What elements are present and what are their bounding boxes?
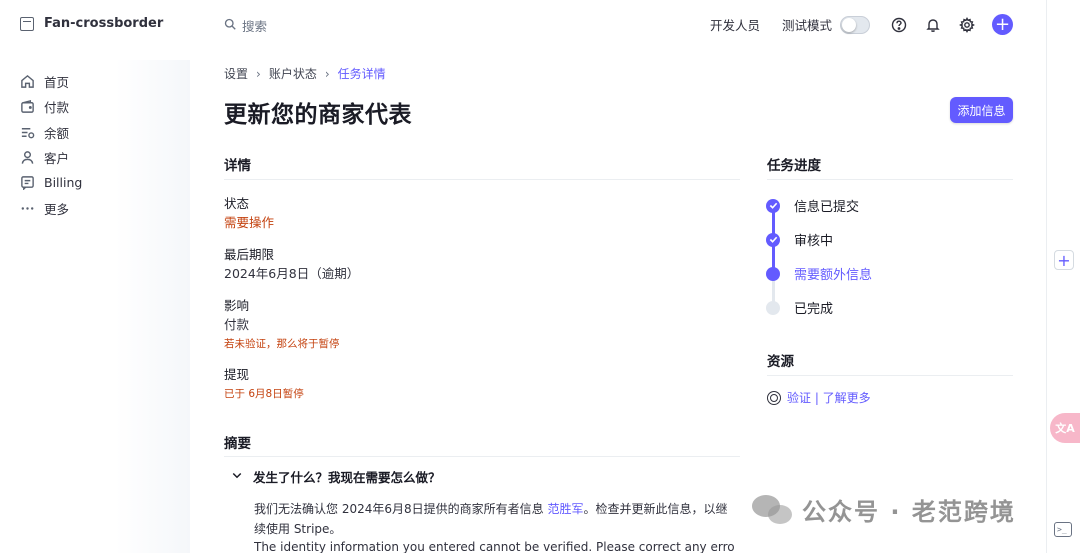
search-bar[interactable]: 搜索 — [224, 16, 267, 35]
sidebar-item-customers[interactable]: 客户 — [20, 145, 82, 170]
impact-note: 若未验证，那么将于暂停 — [224, 338, 340, 350]
terminal-icon[interactable]: >_ — [1054, 522, 1072, 537]
status-value: 需要操作 — [224, 215, 275, 230]
search-placeholder: 搜索 — [242, 19, 268, 34]
progress-step-more-info: 需要额外信息 — [766, 264, 872, 283]
faq-toggle[interactable]: 发生了什么？我现在需要怎么做？ — [231, 467, 441, 486]
wechat-watermark: 公众号 · 老范跨境 — [752, 492, 1016, 527]
brand-name: Fan-crossborder — [44, 16, 164, 31]
sidebar-fade — [115, 60, 190, 553]
status-label: 状态 — [224, 196, 250, 211]
search-icon — [224, 18, 236, 33]
step-label: 审核中 — [794, 234, 834, 249]
summary-divider — [224, 456, 740, 457]
summary-heading: 摘要 — [224, 436, 251, 452]
breadcrumb-settings[interactable]: 设置 — [224, 65, 248, 82]
step-label: 已完成 — [794, 302, 834, 317]
store-icon — [20, 16, 34, 31]
chevron-down-icon — [231, 469, 243, 484]
step-label: 信息已提交 — [794, 200, 860, 215]
progress-divider — [767, 179, 1013, 180]
header-actions: 开发人员 测试模式 + — [710, 14, 1013, 35]
lifebuoy-icon — [767, 390, 781, 405]
sidebar-item-home[interactable]: 首页 — [20, 69, 82, 94]
deadline-value: 2024年6月8日（逾期） — [224, 266, 360, 281]
add-info-button[interactable]: 添加信息 — [950, 97, 1013, 123]
breadcrumb: 设置 › 账户状态 › 任务详情 — [224, 65, 386, 82]
resource-link-label: 验证 | 了解更多 — [787, 391, 871, 405]
progress-step-complete: 已完成 — [766, 298, 833, 317]
sidebar: Fan-crossborder 首页 付款 余额 客户 Billing 更多 — [0, 0, 190, 553]
user-icon — [20, 150, 35, 165]
sidebar-item-label: 更多 — [44, 201, 70, 217]
sidebar-item-payments[interactable]: 付款 — [20, 94, 82, 119]
breadcrumb-task-details[interactable]: 任务详情 — [338, 65, 386, 82]
resources-heading: 资源 — [767, 354, 794, 370]
sidebar-item-billing[interactable]: Billing — [20, 170, 82, 195]
create-button[interactable]: + — [992, 14, 1013, 35]
wallet-icon — [20, 99, 35, 114]
balance-icon — [20, 125, 35, 140]
bell-icon[interactable] — [924, 16, 942, 34]
test-mode-toggle[interactable] — [840, 15, 870, 34]
account-switcher[interactable]: Fan-crossborder — [20, 16, 163, 31]
impact-label: 影响 — [224, 298, 250, 313]
sidebar-item-label: 首页 — [44, 75, 70, 91]
sidebar-item-label: Billing — [44, 175, 83, 191]
progress-step-submitted: 信息已提交 — [766, 196, 859, 215]
test-mode-label: 测试模式 — [781, 18, 832, 33]
verification-learn-more-link[interactable]: 验证 | 了解更多 — [767, 389, 871, 406]
translate-icon[interactable]: 文A — [1050, 413, 1080, 443]
more-icon — [20, 201, 35, 216]
impact-value: 付款 — [224, 317, 250, 332]
sidebar-nav: 首页 付款 余额 客户 Billing 更多 — [20, 69, 82, 221]
right-rail: + >_ — [1046, 0, 1080, 553]
faq-answer-text: 我们无法确认您 2024年6月8日提供的商家所有者信息 — [254, 502, 548, 516]
details-heading: 详情 — [224, 158, 251, 174]
owner-link[interactable]: 范胜军 — [547, 502, 583, 516]
check-icon — [766, 232, 780, 247]
progress-step-review: 审核中 — [766, 230, 833, 249]
resources-divider — [767, 375, 1013, 376]
step-label: 需要额外信息 — [794, 268, 873, 283]
faq-answer-english: The identity information you entered can… — [254, 540, 734, 553]
billing-icon — [20, 175, 35, 191]
watermark-text: 公众号 · 老范跨境 — [802, 498, 1016, 526]
plus-icon: + — [994, 13, 1011, 35]
chevron-right-icon: › — [324, 66, 330, 81]
help-icon[interactable] — [890, 16, 908, 34]
details-divider — [224, 179, 740, 180]
progress-heading: 任务进度 — [767, 158, 821, 174]
payout-note: 已于 6月8日暂停 — [224, 388, 304, 400]
active-dot-icon — [766, 266, 780, 281]
page-title: 更新您的商家代表 — [224, 102, 412, 128]
check-icon — [766, 198, 780, 213]
faq-question: 发生了什么？我现在需要怎么做？ — [253, 470, 441, 485]
sidebar-item-balance[interactable]: 余额 — [20, 120, 82, 145]
pending-dot-icon — [766, 300, 780, 315]
wechat-icon — [752, 493, 794, 527]
breadcrumb-account-status[interactable]: 账户状态 — [269, 65, 317, 82]
home-icon — [20, 74, 35, 89]
sidebar-item-label: 付款 — [44, 100, 70, 116]
sidebar-item-more[interactable]: 更多 — [20, 195, 82, 220]
gear-icon[interactable] — [958, 16, 976, 34]
sidebar-item-label: 余额 — [44, 125, 70, 141]
payout-label: 提现 — [224, 367, 250, 382]
sidebar-item-label: 客户 — [44, 151, 70, 167]
faq-answer: 我们无法确认您 2024年6月8日提供的商家所有者信息 范胜军。检查并更新此信息… — [254, 499, 734, 539]
deadline-label: 最后期限 — [224, 247, 275, 262]
add-panel-icon[interactable]: + — [1054, 250, 1074, 270]
chevron-right-icon: › — [256, 66, 261, 81]
developers-link[interactable]: 开发人员 — [710, 15, 760, 34]
